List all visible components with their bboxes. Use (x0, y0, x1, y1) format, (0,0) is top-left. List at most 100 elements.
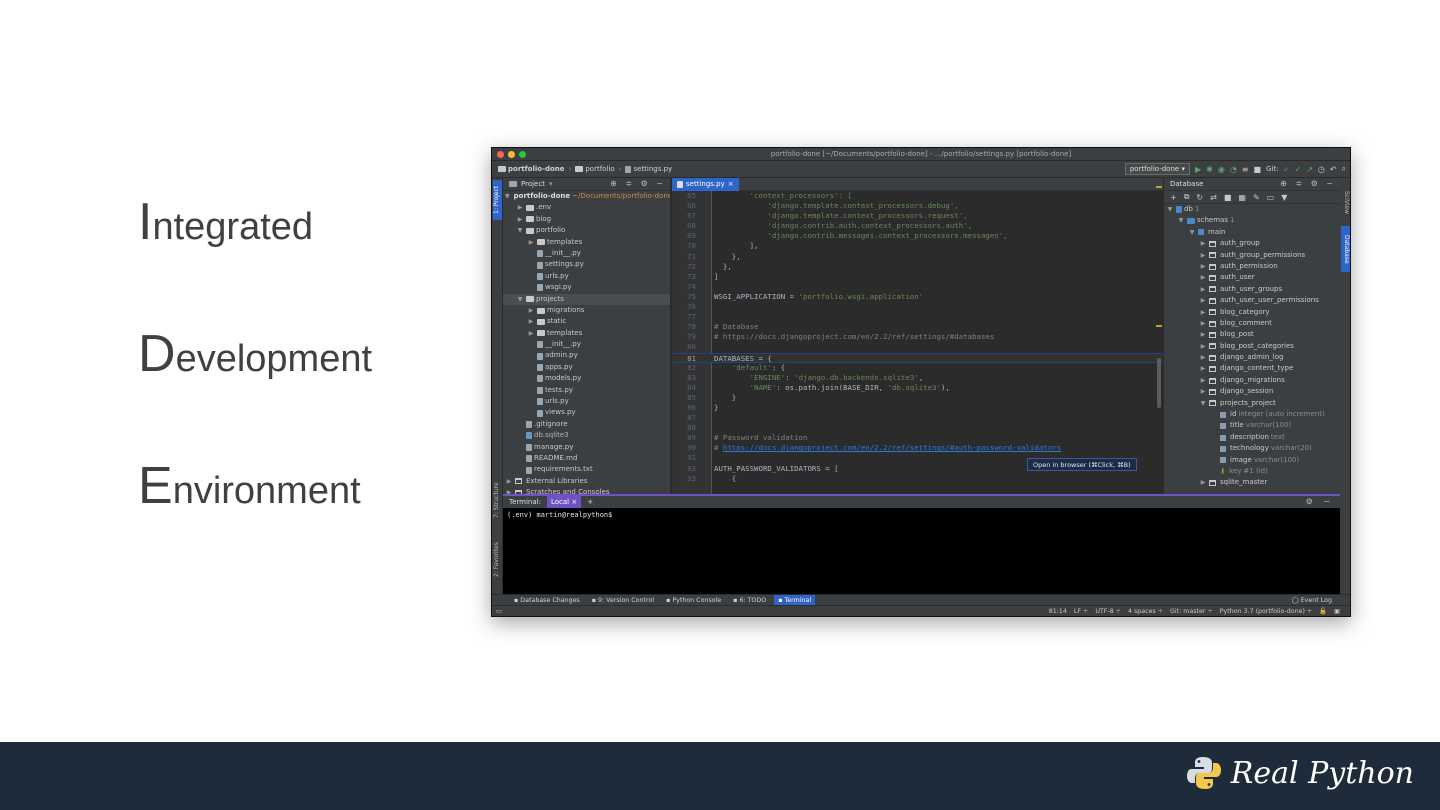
tree-item[interactable]: ▶ External Libraries (503, 476, 670, 487)
add-icon[interactable]: + (1170, 193, 1177, 202)
git-update-icon[interactable]: ↙ (1284, 165, 1290, 173)
chevron-right-icon[interactable]: ▶ (1199, 238, 1207, 249)
chevron-right-icon[interactable]: ▶ (1199, 318, 1207, 329)
tab-structure[interactable]: 7: Structure (493, 478, 502, 522)
code-line[interactable]: 80 (672, 342, 1163, 352)
tree-item[interactable]: __init__.py (503, 248, 670, 259)
code-line[interactable]: 81 DATABASES = { (672, 352, 1163, 363)
chevron-right-icon[interactable]: ▶ (516, 202, 524, 213)
tool-button[interactable]: ▪ Database Changes (510, 595, 584, 606)
refresh-icon[interactable]: ↻ (1196, 193, 1203, 202)
run-icon[interactable]: ▶ (1195, 165, 1201, 174)
chevron-right-icon[interactable]: ▶ (516, 214, 524, 225)
chevron-right-icon[interactable]: ▶ (527, 305, 535, 316)
tree-item[interactable]: __init__.py (503, 339, 670, 350)
rollback-icon[interactable]: ↶ (1330, 165, 1337, 174)
tree-item[interactable]: urls.py (503, 396, 670, 407)
chevron-right-icon[interactable]: ▶ (527, 237, 535, 248)
tool-button[interactable]: ▪ Python Console (662, 595, 725, 606)
tree-item[interactable]: ▼ projects (503, 293, 670, 305)
git-commit-icon[interactable]: ✓ (1294, 165, 1301, 174)
chevron-right-icon[interactable]: ▶ (1199, 261, 1207, 272)
db-tree-item[interactable]: ▶ auth_user_user_permissions (1164, 295, 1340, 306)
db-tree-item[interactable]: ▼ projects_project (1164, 398, 1340, 409)
db-tree-item[interactable]: ▶ blog_comment (1164, 318, 1340, 329)
chevron-right-icon[interactable]: ▶ (1199, 329, 1207, 340)
tree-item[interactable]: manage.py (503, 442, 670, 453)
db-tree-item[interactable]: technology varchar(20) (1164, 443, 1340, 454)
db-tree-item[interactable]: ▼ main (1164, 227, 1340, 238)
chevron-right-icon[interactable]: ▶ (527, 316, 535, 327)
code-line[interactable]: 76 (672, 302, 1163, 312)
line-number[interactable]: 71 (672, 252, 696, 262)
chevron-down-icon[interactable]: ▼ (505, 191, 510, 202)
db-tree-item[interactable]: ▶ auth_user_groups (1164, 284, 1340, 295)
line-number[interactable]: 87 (672, 413, 696, 423)
db-tree-item[interactable]: ▼ schemas 1 (1164, 215, 1340, 226)
tree-item[interactable]: admin.py (503, 350, 670, 361)
code-area[interactable]: 65 'context_processors': [66 'django.tem… (672, 191, 1163, 494)
lock-icon[interactable]: 🔓 (1319, 606, 1327, 616)
tree-item[interactable]: apps.py (503, 362, 670, 373)
line-number[interactable]: 78 (672, 322, 696, 332)
terminal-prompt[interactable]: (.env) martin@realpython$ (503, 508, 1340, 522)
close-window-button[interactable] (497, 151, 504, 158)
code-line[interactable]: 78 # Database (672, 322, 1163, 332)
add-terminal-icon[interactable]: + (587, 498, 593, 506)
zoom-window-button[interactable] (519, 151, 526, 158)
chevron-down-icon[interactable]: ▼ (1199, 398, 1207, 409)
db-tree-item[interactable]: ▶ auth_group (1164, 238, 1340, 249)
code-line[interactable]: 73] (672, 272, 1163, 282)
line-number[interactable]: 69 (672, 231, 696, 241)
code-link[interactable]: https://docs.djangoproject.com/en/2.2/re… (723, 443, 1061, 452)
search-icon[interactable]: ⌕ (1342, 164, 1346, 174)
db-tree-item[interactable]: ▶ django_content_type (1164, 363, 1340, 374)
code-line[interactable]: 84 'NAME': os.path.join(BASE_DIR, 'db.sq… (672, 383, 1163, 393)
stop-icon[interactable]: ■ (1254, 165, 1262, 174)
copy-icon[interactable]: ⧉ (1184, 192, 1190, 202)
line-number[interactable]: 75 (672, 292, 696, 302)
tree-item[interactable]: ▶ .env (503, 202, 670, 213)
line-number[interactable]: 72 (672, 262, 696, 272)
code-line[interactable]: 90 # https://docs.djangoproject.com/en/2.… (672, 443, 1163, 453)
tree-item[interactable]: urls.py (503, 271, 670, 282)
status-item[interactable]: Python 3.7 (portfolio-done) ÷ (1220, 606, 1312, 616)
project-view-select[interactable]: Project (521, 180, 545, 188)
line-number[interactable]: 91 (672, 453, 696, 463)
line-number[interactable]: 73 (672, 272, 696, 282)
panel-actions-icon[interactable]: ⚙ − (1306, 497, 1334, 506)
db-tree-item[interactable]: ▶ sqlite_master (1164, 477, 1340, 488)
chevron-right-icon[interactable]: ▶ (505, 487, 513, 494)
tree-item[interactable]: wsgi.py (503, 282, 670, 293)
line-number[interactable]: 83 (672, 373, 696, 383)
code-line[interactable]: 77 (672, 312, 1163, 322)
panel-actions-icon[interactable]: ⊕ ≑ ⚙ − (1280, 179, 1336, 188)
line-number[interactable]: 89 (672, 433, 696, 443)
tree-root[interactable]: ▼ portfolio-done ~/Documents/portfolio-d… (503, 191, 670, 202)
tree-item[interactable]: settings.py (503, 259, 670, 270)
chevron-right-icon[interactable]: ▶ (1199, 250, 1207, 261)
breadcrumb-project[interactable]: portfolio-done (498, 165, 565, 173)
db-tree-item[interactable]: title varchar(100) (1164, 420, 1340, 431)
notifications-icon[interactable]: ▣ (1334, 606, 1340, 616)
status-item[interactable]: LF ÷ (1074, 606, 1088, 616)
chevron-down-icon[interactable]: ▼ (516, 225, 524, 236)
db-tree-item[interactable]: ▶ blog_category (1164, 307, 1340, 318)
code-line[interactable]: 87 (672, 413, 1163, 423)
tree-item[interactable]: views.py (503, 407, 670, 418)
tree-item[interactable]: ▶ templates (503, 237, 670, 248)
history-icon[interactable]: ◷ (1318, 165, 1325, 174)
status-item[interactable]: 4 spaces ÷ (1128, 606, 1163, 616)
line-number[interactable]: 67 (672, 211, 696, 221)
code-line[interactable]: 71 }, (672, 252, 1163, 262)
tab-settings-py[interactable]: settings.py × (672, 178, 739, 191)
line-number[interactable]: 77 (672, 312, 696, 322)
db-tree-item[interactable]: ▶ django_session (1164, 386, 1340, 397)
code-line[interactable]: 65 'context_processors': [ (672, 191, 1163, 201)
chevron-down-icon[interactable]: ▼ (1188, 227, 1196, 238)
chevron-right-icon[interactable]: ▶ (1199, 341, 1207, 352)
code-line[interactable]: 75 WSGI_APPLICATION = 'portfolio.wsgi.app… (672, 292, 1163, 302)
db-tree-item[interactable]: image varchar(100) (1164, 455, 1340, 466)
table-icon[interactable]: ▦ (1238, 193, 1246, 202)
coverage-icon[interactable]: ◉ (1218, 165, 1225, 174)
